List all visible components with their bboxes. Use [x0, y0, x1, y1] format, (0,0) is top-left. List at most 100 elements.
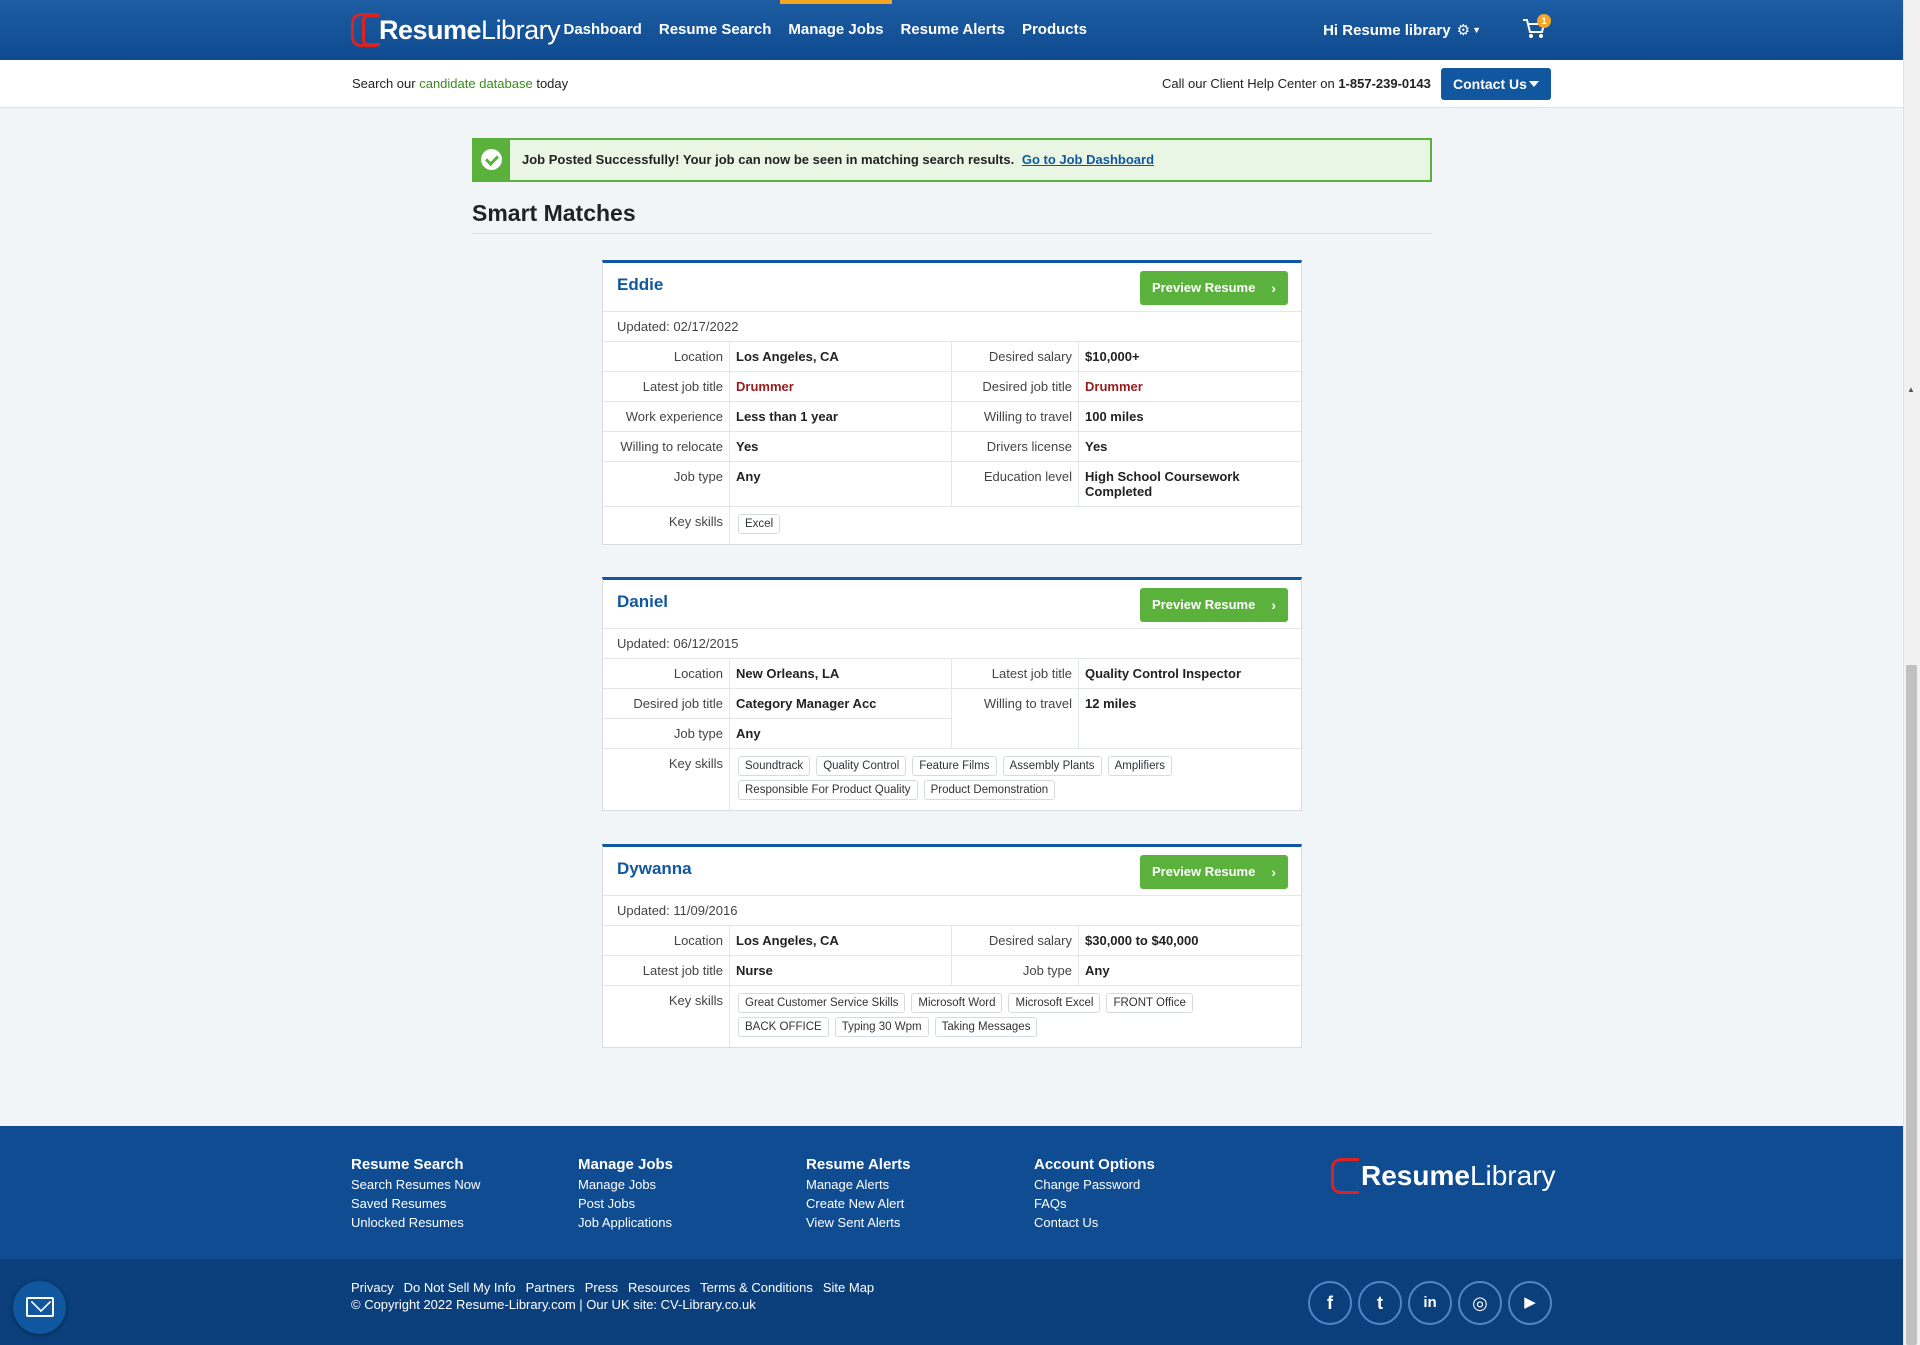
title-divider	[472, 233, 1432, 234]
message-chat-button[interactable]	[13, 1281, 66, 1334]
footer-link[interactable]: Unlocked Resumes	[351, 1213, 480, 1232]
preview-resume-button[interactable]: Preview Resume ›	[1140, 855, 1288, 889]
top-navbar: Resume Library Dashboard Resume Search Ma…	[0, 0, 1903, 60]
preview-label: Preview Resume	[1152, 864, 1256, 879]
field-value: Any	[1079, 956, 1301, 986]
footer-link[interactable]: Contact Us	[1034, 1213, 1155, 1232]
footer-column-resume-alerts: Resume Alerts Manage Alerts Create New A…	[806, 1156, 911, 1232]
linkedin-icon[interactable]: in	[1408, 1281, 1452, 1325]
footer-link[interactable]: Manage Jobs	[578, 1175, 673, 1194]
terms-link[interactable]: Terms & Conditions	[700, 1280, 813, 1295]
field-label: Desired salary	[952, 342, 1079, 372]
candidate-name[interactable]: Dywanna	[617, 859, 692, 879]
field-label: Willing to relocate	[603, 432, 730, 462]
privacy-link[interactable]: Privacy	[351, 1280, 394, 1295]
skill-tag: Soundtrack	[738, 756, 811, 776]
footer-link[interactable]: Saved Resumes	[351, 1194, 480, 1213]
nav-manage-jobs[interactable]: Manage Jobs	[779, 0, 892, 60]
logo-word-resume: Resume	[1361, 1160, 1470, 1191]
field-value: High School Coursework Completed	[1079, 462, 1301, 507]
skill-tag: Responsible For Product Quality	[738, 780, 918, 800]
chevron-right-icon: ›	[1271, 597, 1276, 613]
skill-tag: Taking Messages	[934, 1017, 1038, 1037]
footer-column-manage-jobs: Manage Jobs Manage Jobs Post Jobs Job Ap…	[578, 1156, 673, 1232]
nav-dashboard[interactable]: Dashboard	[555, 0, 650, 60]
chevron-down-icon: ▼	[1472, 25, 1481, 35]
field-label: Location	[603, 342, 730, 372]
skill-tag: Great Customer Service Skills	[738, 993, 906, 1013]
facebook-icon[interactable]: f	[1308, 1281, 1352, 1325]
footer-link[interactable]: Search Resumes Now	[351, 1175, 480, 1194]
field-value: Less than 1 year	[730, 402, 952, 432]
updated-date: Updated: 02/17/2022	[603, 312, 1301, 342]
preview-label: Preview Resume	[1152, 280, 1256, 295]
youtube-icon[interactable]: ▶	[1508, 1281, 1552, 1325]
preview-resume-button[interactable]: Preview Resume ›	[1140, 271, 1288, 305]
site-map-link[interactable]: Site Map	[823, 1280, 874, 1295]
do-not-sell-link[interactable]: Do Not Sell My Info	[404, 1280, 516, 1295]
field-value: Los Angeles, CA	[730, 342, 952, 372]
footer-link[interactable]: Job Applications	[578, 1213, 673, 1232]
field-label: Desired salary	[952, 926, 1079, 956]
candidate-name[interactable]: Eddie	[617, 275, 663, 295]
scroll-up-arrow-icon[interactable]: ▲	[1907, 385, 1915, 394]
field-label: Willing to travel	[952, 402, 1079, 432]
help-phone[interactable]: 1-857-239-0143	[1338, 76, 1431, 91]
footer-column-title: Manage Jobs	[578, 1156, 674, 1173]
scrollbar-thumb[interactable]	[1906, 665, 1917, 1345]
footer-link[interactable]: View Sent Alerts	[806, 1213, 911, 1232]
job-dashboard-link[interactable]: Go to Job Dashboard	[1022, 152, 1154, 167]
skill-tag: Amplifiers	[1107, 756, 1173, 776]
nav-products[interactable]: Products	[1013, 0, 1095, 60]
field-value: Drummer	[730, 372, 952, 402]
footer-link[interactable]: Create New Alert	[806, 1194, 911, 1213]
field-label: Drivers license	[952, 432, 1079, 462]
logo-word-library: Library	[1469, 1160, 1556, 1191]
contact-us-label: Contact Us	[1453, 76, 1527, 92]
twitter-icon[interactable]: t	[1358, 1281, 1402, 1325]
field-value: 100 miles	[1079, 402, 1301, 432]
candidate-database-link[interactable]: candidate database	[419, 76, 532, 91]
skill-tag: Microsoft Excel	[1008, 993, 1101, 1013]
skill-tag: FRONT Office	[1106, 993, 1193, 1013]
footer-column-title: Resume Alerts	[806, 1156, 911, 1173]
press-link[interactable]: Press	[585, 1280, 618, 1295]
candidate-card: Dywanna Preview Resume › Updated: 11/09/2…	[602, 844, 1302, 1048]
footer-link[interactable]: Post Jobs	[578, 1194, 673, 1213]
field-value: New Orleans, LA	[730, 659, 952, 689]
partners-link[interactable]: Partners	[526, 1280, 575, 1295]
success-alert: Job Posted Successfully! Your job can no…	[472, 138, 1432, 182]
field-label: Job type	[603, 719, 730, 749]
candidate-name[interactable]: Daniel	[617, 592, 668, 612]
footer-link[interactable]: Change Password	[1034, 1175, 1155, 1194]
contact-us-button[interactable]: Contact Us	[1441, 68, 1551, 100]
field-label: Location	[603, 659, 730, 689]
account-menu[interactable]: Hi Resume library ⚙ ▼	[1323, 0, 1481, 60]
footer-link[interactable]: FAQs	[1034, 1194, 1155, 1213]
help-center-info: Call our Client Help Center on 1-857-239…	[1162, 60, 1431, 108]
field-value: Yes	[1079, 432, 1301, 462]
nav-resume-alerts[interactable]: Resume Alerts	[892, 0, 1014, 60]
field-label: Location	[603, 926, 730, 956]
main-nav: Dashboard Resume Search Manage Jobs Resu…	[555, 0, 1095, 60]
footer-column-account-options: Account Options Change Password FAQs Con…	[1034, 1156, 1155, 1232]
database-promo: Search our candidate database today	[352, 60, 568, 108]
resume-library-logo[interactable]: Resume Library	[351, 12, 561, 48]
footer-link[interactable]: Manage Alerts	[806, 1175, 911, 1194]
key-skills-label: Key skills	[603, 986, 730, 1047]
footer-column-title: Resume Search	[351, 1156, 464, 1173]
empty-label	[952, 719, 1079, 749]
skill-tag: Quality Control	[816, 756, 907, 776]
help-text: Call our Client Help Center on	[1162, 76, 1335, 91]
footer-column-title: Account Options	[1034, 1156, 1155, 1173]
check-icon	[474, 140, 510, 180]
field-label: Latest job title	[952, 659, 1079, 689]
skill-tag: Typing 30 Wpm	[834, 1017, 929, 1037]
resources-link[interactable]: Resources	[628, 1280, 690, 1295]
instagram-icon[interactable]: ◎	[1458, 1281, 1502, 1325]
preview-resume-button[interactable]: Preview Resume ›	[1140, 588, 1288, 622]
footer-logo[interactable]: Resume Library	[1331, 1156, 1556, 1196]
nav-resume-search[interactable]: Resume Search	[650, 0, 780, 60]
skill-tag: Microsoft Word	[911, 993, 1003, 1013]
footer	[0, 1126, 1903, 1259]
